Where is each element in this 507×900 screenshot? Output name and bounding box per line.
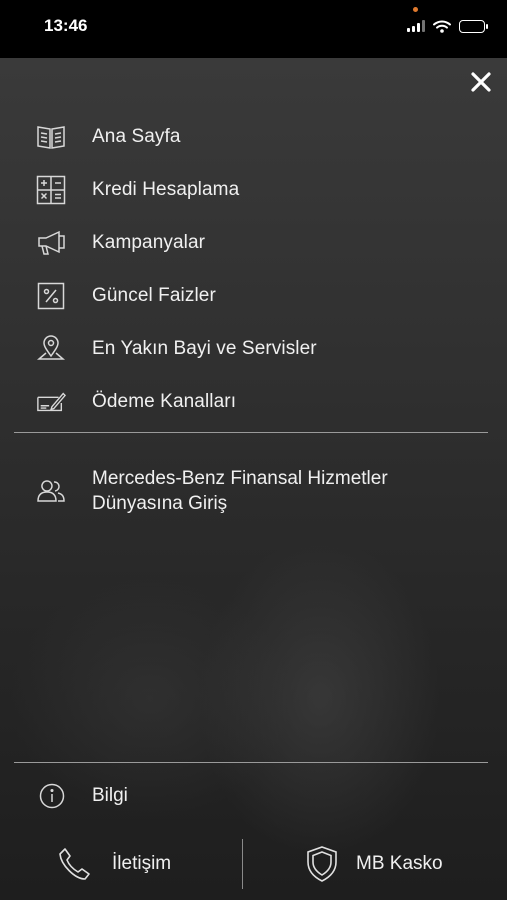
close-button[interactable] [467, 68, 495, 96]
menu-item-label: Kampanyalar [92, 231, 206, 253]
menu-item-info[interactable]: Bilgi [38, 778, 128, 814]
menu-item-payment-channels[interactable]: Ödeme Kanalları [0, 375, 507, 428]
megaphone-icon [36, 228, 66, 258]
mb-kasko-button[interactable]: MB Kasko [304, 845, 443, 883]
bottom-actions: İletişim MB Kasko [0, 833, 507, 895]
menu-item-label: Ana Sayfa [92, 125, 181, 147]
wifi-icon [433, 20, 451, 33]
menu-item-campaigns[interactable]: Kampanyalar [0, 216, 507, 269]
divider [14, 762, 488, 763]
side-menu: Ana Sayfa Kredi Hesaplama Kampanyalar Gü… [0, 58, 507, 900]
battery-icon [459, 19, 488, 33]
signal-icon [407, 20, 425, 32]
info-icon [38, 782, 66, 810]
menu-item-interest-rates[interactable]: Güncel Faizler [0, 269, 507, 322]
contact-button[interactable]: İletişim [56, 845, 171, 883]
menu-item-label: Bilgi [92, 785, 128, 806]
nav-list: Ana Sayfa Kredi Hesaplama Kampanyalar Gü… [0, 110, 507, 428]
divider [14, 432, 488, 433]
percent-icon [36, 281, 66, 311]
menu-item-login[interactable]: Mercedes-Benz Finansal Hizmetler Dünyası… [36, 466, 452, 516]
status-bar: 13:46 [0, 0, 507, 58]
contact-label: İletişim [112, 853, 172, 874]
menu-item-loan-calculator[interactable]: Kredi Hesaplama [0, 163, 507, 216]
payment-icon [36, 387, 66, 417]
menu-item-label: Kredi Hesaplama [92, 178, 240, 200]
mb-kasko-label: MB Kasko [356, 853, 443, 874]
shield-icon [304, 845, 340, 883]
menu-item-label: Ödeme Kanalları [92, 390, 237, 412]
menu-item-nearest-dealers[interactable]: En Yakın Bayi ve Servisler [0, 322, 507, 375]
book-icon [36, 122, 66, 152]
privacy-indicator-dot [413, 6, 418, 12]
users-icon [36, 476, 66, 506]
menu-item-label: En Yakın Bayi ve Servisler [92, 337, 317, 359]
location-pin-icon [36, 334, 66, 364]
close-icon [471, 72, 491, 92]
menu-item-label: Mercedes-Benz Finansal Hizmetler Dünyası… [92, 468, 388, 514]
calculator-icon [36, 175, 66, 205]
status-icons [407, 6, 488, 33]
status-time: 13:46 [44, 16, 88, 35]
menu-item-label: Güncel Faizler [92, 284, 216, 306]
vertical-separator [242, 839, 243, 889]
phone-icon [56, 845, 94, 883]
menu-item-home[interactable]: Ana Sayfa [0, 110, 507, 163]
